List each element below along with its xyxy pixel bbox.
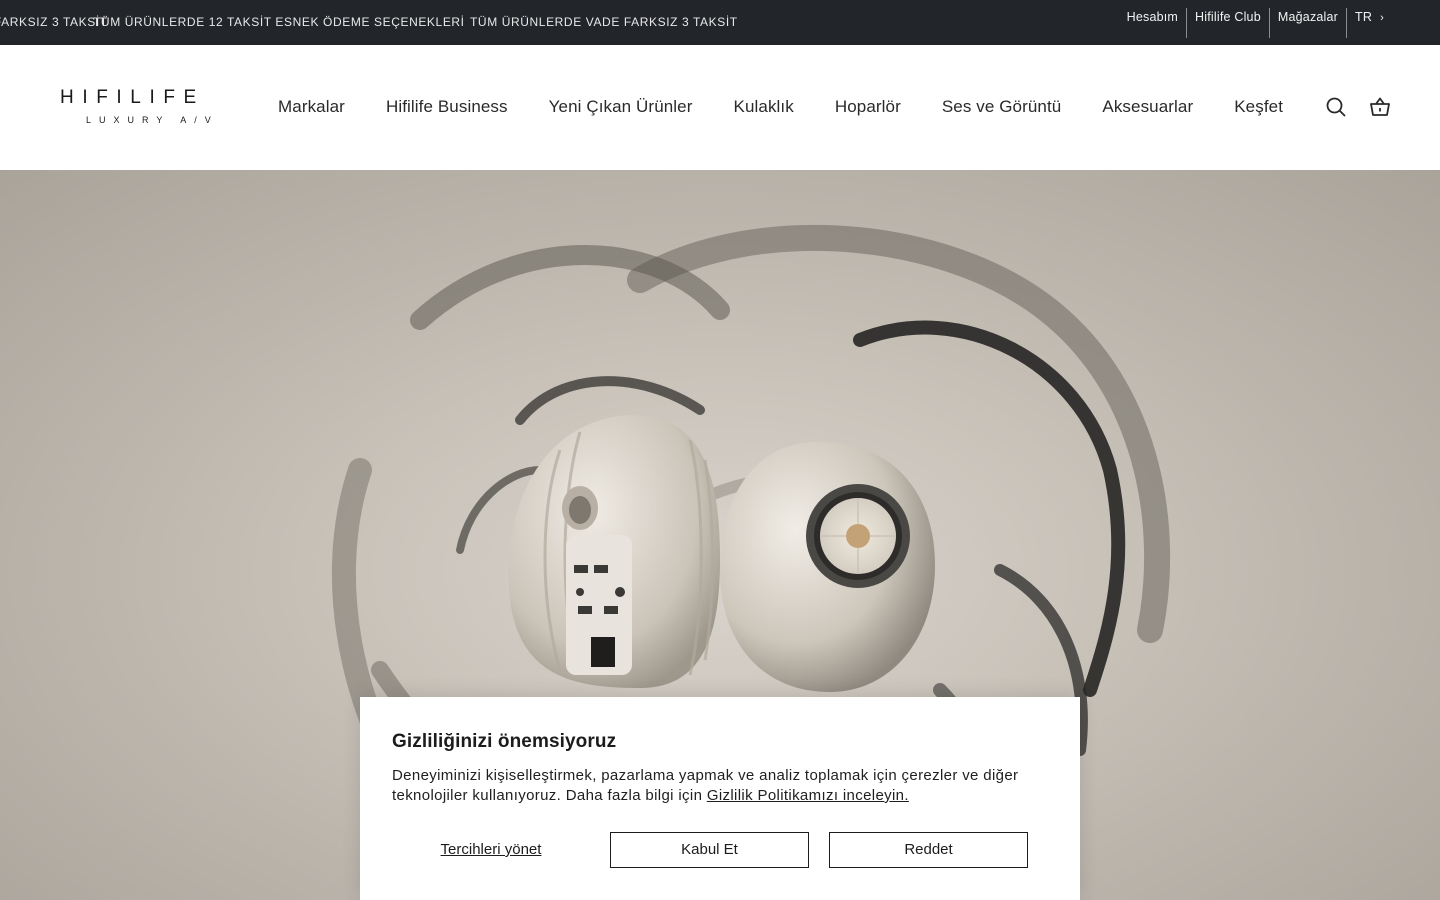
cookie-title: Gizliliğinizi önemsiyoruz — [392, 731, 617, 752]
account-link-label: Hesabım — [1126, 10, 1179, 24]
header-actions — [1324, 95, 1392, 119]
site-logo[interactable]: HIFILIFE LUXURY A/V — [60, 87, 230, 131]
nav-item-speakers[interactable]: Hoparlör — [835, 97, 901, 117]
logo-wordmark: HIFILIFE — [60, 87, 205, 108]
logo-tagline: LUXURY A/V — [86, 115, 219, 125]
nav-item-new-products[interactable]: Yeni Çıkan Ürünler — [549, 97, 693, 117]
manage-preferences-button[interactable]: Tercihleri yönet — [392, 832, 590, 868]
announcement-bar: TÜM ÜRÜNLERDE VADE FARKSIZ 3 TAKSİT TÜM … — [0, 0, 1440, 45]
announcement-text: TÜM ÜRÜNLERDE VADE FARKSIZ 3 TAKSİT — [470, 15, 738, 29]
nav-item-accessories[interactable]: Aksesuarlar — [1102, 97, 1193, 117]
cookie-description: Deneyiminizi kişiselleştirmek, pazarlama… — [392, 766, 1052, 806]
speaker-rear — [508, 415, 720, 688]
chevron-right-icon: › — [1380, 12, 1384, 24]
account-link[interactable]: Hesabım — [1119, 8, 1186, 38]
reject-cookies-button[interactable]: Reddet — [829, 832, 1028, 868]
cookie-consent-banner: Gizliliğinizi önemsiyoruz Deneyiminizi k… — [360, 697, 1080, 900]
club-link[interactable]: Hifilife Club — [1186, 8, 1269, 38]
speaker-front — [720, 441, 935, 692]
stores-link[interactable]: Mağazalar — [1268, 8, 1346, 38]
club-link-label: Hifilife Club — [1195, 10, 1261, 24]
cookie-text: Deneyiminizi kişiselleştirmek, pazarlama… — [392, 767, 1019, 804]
main-nav: Markalar Hifilife Business Yeni Çıkan Ür… — [278, 97, 1324, 117]
announcement-text: TÜM ÜRÜNLERDE 12 TAKSİT ESNEK ÖDEME SEÇE… — [93, 15, 465, 29]
nav-item-discover[interactable]: Keşfet — [1234, 97, 1283, 117]
nav-item-audio-video[interactable]: Ses ve Görüntü — [942, 97, 1062, 117]
announcement-text: TÜM ÜRÜNLERDE VADE FARKSIZ 3 TAKSİT — [0, 15, 108, 29]
privacy-policy-link[interactable]: Gizlilik Politikamızı inceleyin. — [707, 787, 909, 804]
site-header: HIFILIFE LUXURY A/V Markalar Hifilife Bu… — [0, 45, 1440, 170]
nav-item-headphones[interactable]: Kulaklık — [734, 97, 794, 117]
stores-link-label: Mağazalar — [1277, 10, 1339, 24]
language-label: TR — [1355, 10, 1373, 24]
nav-item-markalar[interactable]: Markalar — [278, 97, 345, 117]
language-selector[interactable]: TR › — [1346, 8, 1392, 38]
search-icon[interactable] — [1324, 95, 1348, 119]
accept-cookies-button[interactable]: Kabul Et — [610, 832, 809, 868]
cookie-actions: Tercihleri yönet Kabul Et Reddet — [392, 832, 1048, 868]
cart-basket-icon[interactable] — [1368, 95, 1392, 119]
nav-item-business[interactable]: Hifilife Business — [386, 97, 508, 117]
utility-links: Hesabım Hifilife Club Mağazalar TR › — [1119, 8, 1392, 38]
